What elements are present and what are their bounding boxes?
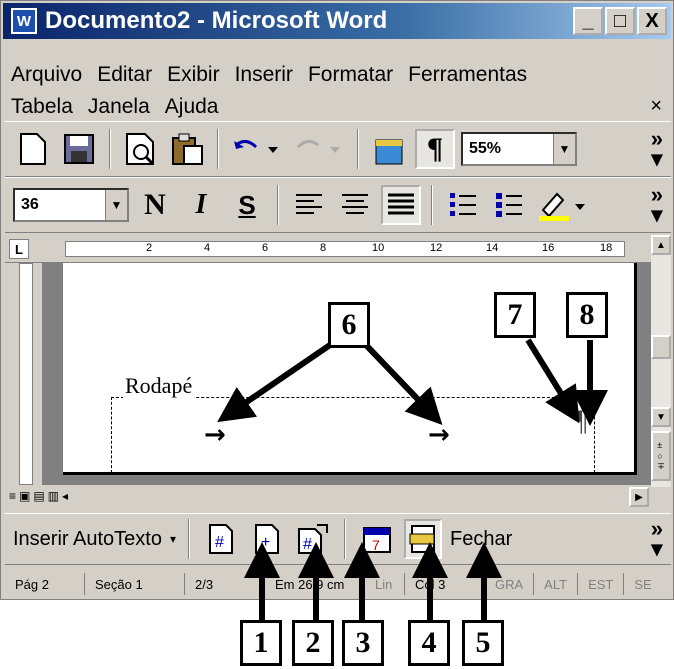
callout-7: 7 (494, 292, 536, 338)
callout-1: 1 (240, 620, 282, 666)
arrow-6-left (217, 342, 332, 423)
callout-2: 2 (292, 620, 334, 666)
callout-8: 8 (566, 292, 608, 338)
callout-4: 4 (408, 620, 450, 666)
callout-5: 5 (462, 620, 504, 666)
callout-3: 3 (342, 620, 384, 666)
callout-6: 6 (328, 302, 370, 348)
arrow-6-right (363, 342, 443, 426)
arrow-7 (525, 338, 580, 424)
